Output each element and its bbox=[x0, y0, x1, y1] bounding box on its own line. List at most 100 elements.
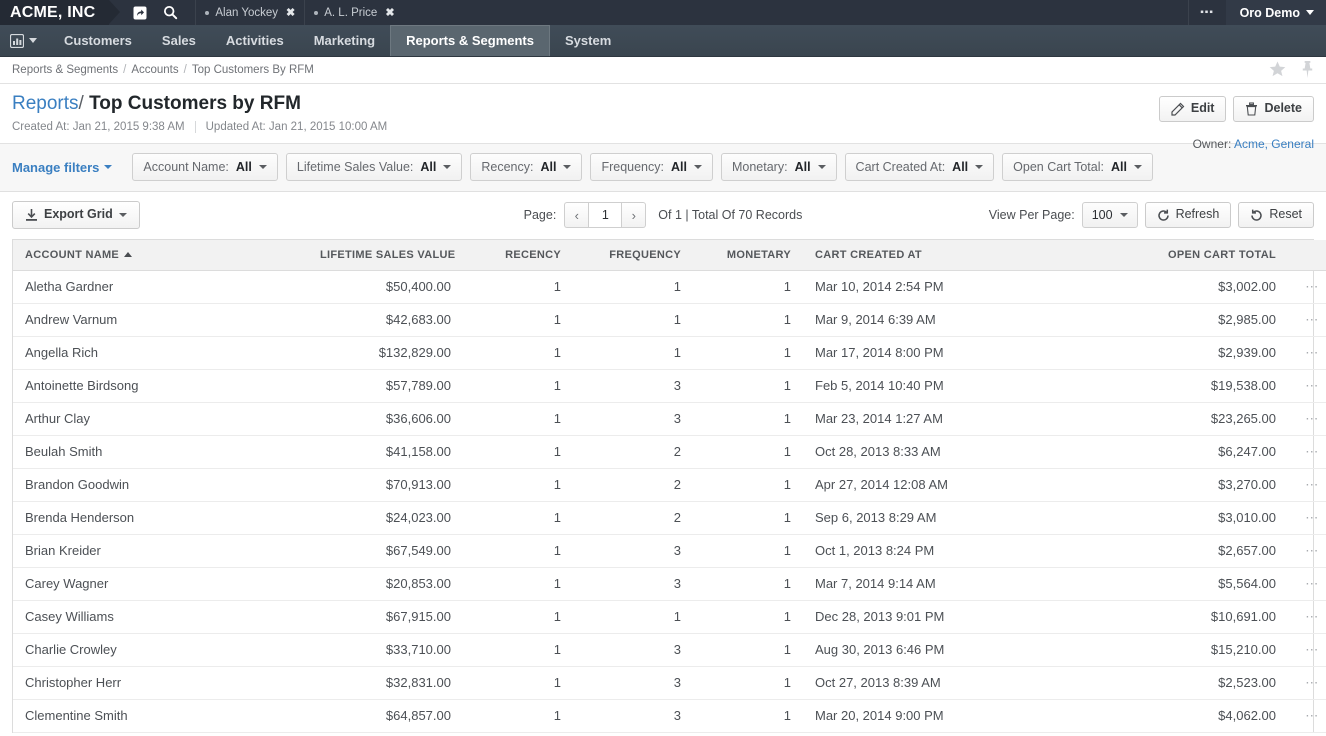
column-header-cart-created-at[interactable]: CART CREATED AT bbox=[803, 240, 1103, 271]
table-row[interactable]: Aletha Gardner$50,400.00111Mar 10, 2014 … bbox=[13, 270, 1326, 303]
brand-logo[interactable]: ACME, INC bbox=[0, 0, 109, 25]
column-header-lifetime-sales-value[interactable]: LIFETIME SALES VALUE bbox=[308, 240, 463, 271]
column-header-recency[interactable]: RECENCY bbox=[463, 240, 573, 271]
delete-button[interactable]: Delete bbox=[1233, 96, 1314, 122]
page-title-parent-link[interactable]: Reports bbox=[12, 93, 79, 114]
owner-value-link[interactable]: Acme, General bbox=[1234, 137, 1314, 151]
table-row[interactable]: Clementine Smith$64,857.00131Mar 20, 201… bbox=[13, 699, 1326, 732]
nav-item-sales[interactable]: Sales bbox=[147, 25, 211, 56]
page-number-input[interactable] bbox=[588, 202, 622, 228]
open-tab-alan-yockey[interactable]: Alan Yockey ✖ bbox=[195, 0, 304, 25]
row-actions-icon[interactable]: ⋯ bbox=[1288, 534, 1326, 567]
row-actions-icon[interactable]: ⋯ bbox=[1288, 303, 1326, 336]
row-actions-icon[interactable]: ⋯ bbox=[1288, 699, 1326, 732]
row-actions-icon[interactable]: ⋯ bbox=[1288, 435, 1326, 468]
row-actions-icon[interactable]: ⋯ bbox=[1288, 468, 1326, 501]
row-actions-icon[interactable]: ⋯ bbox=[1288, 336, 1326, 369]
refresh-button[interactable]: Refresh bbox=[1145, 202, 1232, 228]
view-per-page-select[interactable]: 100 bbox=[1082, 202, 1138, 228]
chevron-down-icon bbox=[1306, 10, 1314, 15]
cell-lifetime-sales-value: $20,853.00 bbox=[308, 567, 463, 600]
table-header-row: ACCOUNT NAME LIFETIME SALES VALUE RECENC… bbox=[13, 240, 1326, 271]
row-actions-icon[interactable]: ⋯ bbox=[1288, 270, 1326, 303]
cell-open-cart-total: $6,247.00 bbox=[1103, 435, 1288, 468]
cell-account-name: Andrew Varnum bbox=[13, 303, 308, 336]
reset-button[interactable]: Reset bbox=[1238, 202, 1314, 228]
nav-item-reports-segments[interactable]: Reports & Segments bbox=[390, 25, 550, 56]
cell-lifetime-sales-value: $57,789.00 bbox=[308, 369, 463, 402]
column-header-open-cart-total[interactable]: OPEN CART TOTAL bbox=[1103, 240, 1288, 271]
table-row[interactable]: Charlie Crowley$33,710.00131Aug 30, 2013… bbox=[13, 633, 1326, 666]
cell-monetary: 1 bbox=[693, 270, 803, 303]
table-row[interactable]: Antoinette Birdsong$57,789.00131Feb 5, 2… bbox=[13, 369, 1326, 402]
cell-monetary: 1 bbox=[693, 534, 803, 567]
table-row[interactable]: Arthur Clay$36,606.00131Mar 23, 2014 1:2… bbox=[13, 402, 1326, 435]
pin-icon[interactable] bbox=[1299, 60, 1316, 82]
table-row[interactable]: Carey Wagner$20,853.00131Mar 7, 2014 9:1… bbox=[13, 567, 1326, 600]
filter-recency[interactable]: Recency: All bbox=[470, 153, 582, 181]
more-options-icon[interactable]: ▪▪▪ bbox=[1188, 0, 1226, 25]
filter-cart-created-at[interactable]: Cart Created At: All bbox=[845, 153, 995, 181]
data-grid: ACCOUNT NAME LIFETIME SALES VALUE RECENC… bbox=[12, 239, 1314, 733]
cell-account-name: Casey Williams bbox=[13, 600, 308, 633]
nav-item-customers[interactable]: Customers bbox=[49, 25, 147, 56]
filter-lifetime-sales-value[interactable]: Lifetime Sales Value: All bbox=[286, 153, 462, 181]
column-header-monetary[interactable]: MONETARY bbox=[693, 240, 803, 271]
cell-recency: 1 bbox=[463, 402, 573, 435]
table-row[interactable]: Casey Williams$67,915.00111Dec 28, 2013 … bbox=[13, 600, 1326, 633]
filter-account-name[interactable]: Account Name: All bbox=[132, 153, 277, 181]
nav-item-marketing[interactable]: Marketing bbox=[299, 25, 390, 56]
export-grid-button[interactable]: Export Grid bbox=[12, 201, 140, 229]
dashboard-menu-icon[interactable] bbox=[0, 25, 49, 56]
share-icon[interactable] bbox=[125, 0, 155, 25]
row-actions-icon[interactable]: ⋯ bbox=[1288, 402, 1326, 435]
nav-item-system[interactable]: System bbox=[550, 25, 626, 56]
next-page-button[interactable]: › bbox=[622, 202, 646, 228]
cell-account-name: Brandon Goodwin bbox=[13, 468, 308, 501]
filter-frequency[interactable]: Frequency: All bbox=[590, 153, 713, 181]
breadcrumb-item-reports-segments[interactable]: Reports & Segments bbox=[12, 64, 118, 76]
user-menu[interactable]: Oro Demo bbox=[1226, 0, 1326, 25]
owner-line: Owner: Acme, General bbox=[1193, 137, 1314, 151]
table-row[interactable]: Beulah Smith$41,158.00121Oct 28, 2013 8:… bbox=[13, 435, 1326, 468]
cell-lifetime-sales-value: $36,606.00 bbox=[308, 402, 463, 435]
cell-frequency: 3 bbox=[573, 567, 693, 600]
row-actions-icon[interactable]: ⋯ bbox=[1288, 501, 1326, 534]
owner-label: Owner: bbox=[1193, 137, 1232, 151]
table-row[interactable]: Brenda Henderson$24,023.00121Sep 6, 2013… bbox=[13, 501, 1326, 534]
refresh-label: Refresh bbox=[1176, 208, 1220, 222]
row-actions-icon[interactable]: ⋯ bbox=[1288, 369, 1326, 402]
close-icon[interactable]: ✖ bbox=[286, 6, 295, 19]
table-head: ACCOUNT NAME LIFETIME SALES VALUE RECENC… bbox=[13, 240, 1326, 271]
cell-frequency: 3 bbox=[573, 369, 693, 402]
filter-open-cart-total[interactable]: Open Cart Total: All bbox=[1002, 153, 1153, 181]
cell-cart-created-at: Apr 27, 2014 12:08 AM bbox=[803, 468, 1103, 501]
column-header-frequency[interactable]: FREQUENCY bbox=[573, 240, 693, 271]
star-icon[interactable] bbox=[1268, 60, 1287, 82]
filter-monetary[interactable]: Monetary: All bbox=[721, 153, 837, 181]
filter-label: Cart Created At: bbox=[856, 160, 946, 174]
column-header-account-name[interactable]: ACCOUNT NAME bbox=[13, 240, 308, 271]
row-actions-icon[interactable]: ⋯ bbox=[1288, 567, 1326, 600]
table-row[interactable]: Brian Kreider$67,549.00131Oct 1, 2013 8:… bbox=[13, 534, 1326, 567]
cell-frequency: 2 bbox=[573, 501, 693, 534]
open-tab-al-price[interactable]: A. L. Price ✖ bbox=[304, 0, 403, 25]
trash-icon bbox=[1245, 102, 1258, 116]
edit-button[interactable]: Edit bbox=[1159, 96, 1227, 122]
search-icon[interactable] bbox=[155, 0, 185, 25]
cell-open-cart-total: $2,523.00 bbox=[1103, 666, 1288, 699]
manage-filters-button[interactable]: Manage filters bbox=[12, 160, 124, 175]
row-actions-icon[interactable]: ⋯ bbox=[1288, 600, 1326, 633]
cell-lifetime-sales-value: $24,023.00 bbox=[308, 501, 463, 534]
breadcrumb-item-accounts[interactable]: Accounts bbox=[131, 64, 178, 76]
table-row[interactable]: Angella Rich$132,829.00111Mar 17, 2014 8… bbox=[13, 336, 1326, 369]
table-row[interactable]: Andrew Varnum$42,683.00111Mar 9, 2014 6:… bbox=[13, 303, 1326, 336]
row-actions-icon[interactable]: ⋯ bbox=[1288, 666, 1326, 699]
row-actions-icon[interactable]: ⋯ bbox=[1288, 633, 1326, 666]
previous-page-button[interactable]: ‹ bbox=[564, 202, 588, 228]
close-icon[interactable]: ✖ bbox=[385, 6, 394, 19]
table-row[interactable]: Christopher Herr$32,831.00131Oct 27, 201… bbox=[13, 666, 1326, 699]
nav-item-activities[interactable]: Activities bbox=[211, 25, 299, 56]
table-body: Aletha Gardner$50,400.00111Mar 10, 2014 … bbox=[13, 270, 1326, 732]
table-row[interactable]: Brandon Goodwin$70,913.00121Apr 27, 2014… bbox=[13, 468, 1326, 501]
